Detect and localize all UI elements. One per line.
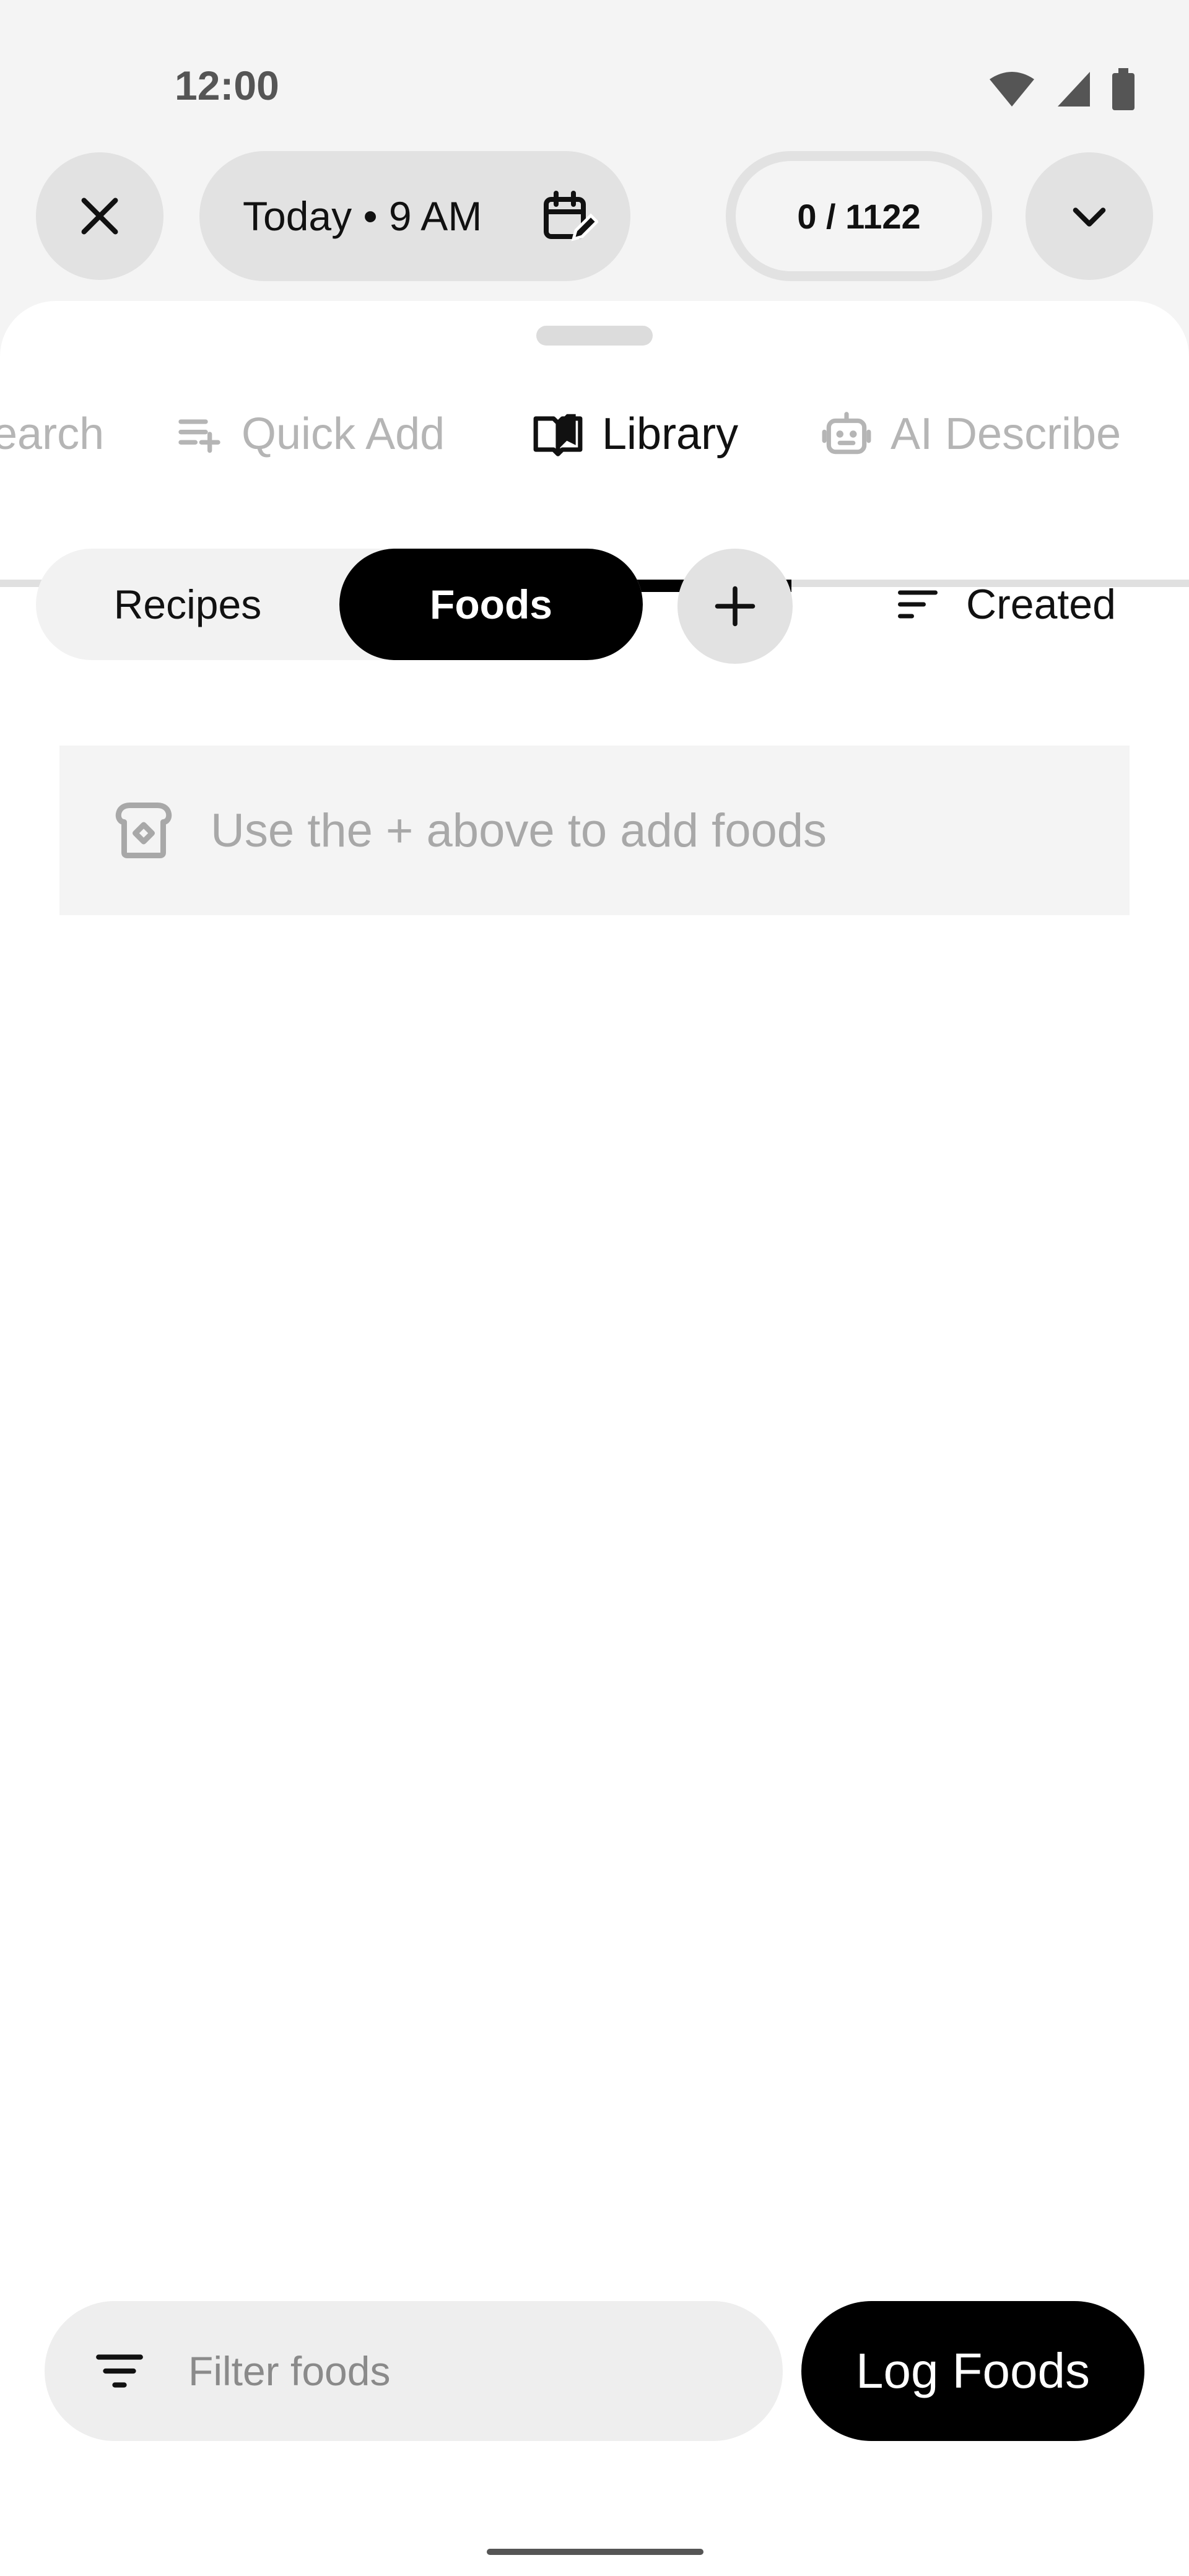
home-indicator[interactable] [487,2549,703,2555]
sort-icon [898,590,938,619]
date-time-label: Today • 9 AM [243,193,482,239]
filter-foods-placeholder: Filter foods [188,2348,391,2394]
tab-search[interactable]: earch [0,381,104,487]
app-screen: 12:00 Today • 9 AM 0 / 1122 earch Quick … [0,0,1189,2576]
tab-library[interactable]: Library [531,381,738,487]
playlist-add-icon [178,419,220,453]
drag-handle[interactable] [536,326,653,346]
tab-search-label: earch [0,409,105,459]
empty-state-message: Use the + above to add foods [211,804,827,857]
tab-quick-add-label: Quick Add [242,409,445,459]
filter-icon [96,2354,143,2388]
tab-ai-describe[interactable]: AI Describe [820,381,1121,487]
book-open-icon [533,414,583,456]
calendar-edit-icon [544,191,598,242]
collapse-button[interactable] [1026,152,1153,280]
add-food-button[interactable] [677,549,793,664]
wifi-icon [990,72,1034,107]
bread-icon [115,803,172,858]
segment-recipes-label: Recipes [113,581,262,627]
status-icons [987,68,1136,110]
status-time: 12:00 [175,63,279,108]
sort-button[interactable]: Created [894,561,1116,648]
bottom-sheet: earch Quick Add Library AI Describe Reci… [0,301,1189,2576]
sort-label: Created [966,581,1116,628]
close-icon [81,198,118,235]
library-segment-control: Recipes Foods [36,549,643,660]
selection-counter[interactable]: 0 / 1122 [726,151,992,281]
tab-library-label: Library [602,409,739,459]
battery-icon [1112,68,1135,110]
chevron-down-icon [1073,207,1106,227]
tab-ai-describe-label: AI Describe [891,409,1121,459]
segment-foods-label: Foods [430,581,552,627]
date-time-selector[interactable]: Today • 9 AM [199,151,630,281]
filter-foods-input[interactable]: Filter foods [45,2301,783,2441]
tab-bar: earch Quick Add Library AI Describe [0,381,1189,592]
segment-recipes[interactable]: Recipes [36,549,339,660]
log-foods-button[interactable]: Log Foods [801,2301,1144,2441]
close-button[interactable] [36,152,163,280]
robot-icon [822,412,871,455]
plus-icon [715,586,756,627]
signal-icon [1058,72,1090,107]
empty-state: Use the + above to add foods [59,746,1130,915]
log-foods-label: Log Foods [855,2343,1091,2398]
tab-quick-add[interactable]: Quick Add [175,381,445,487]
segment-foods[interactable]: Foods [339,549,643,660]
selection-counter-label: 0 / 1122 [797,196,921,236]
